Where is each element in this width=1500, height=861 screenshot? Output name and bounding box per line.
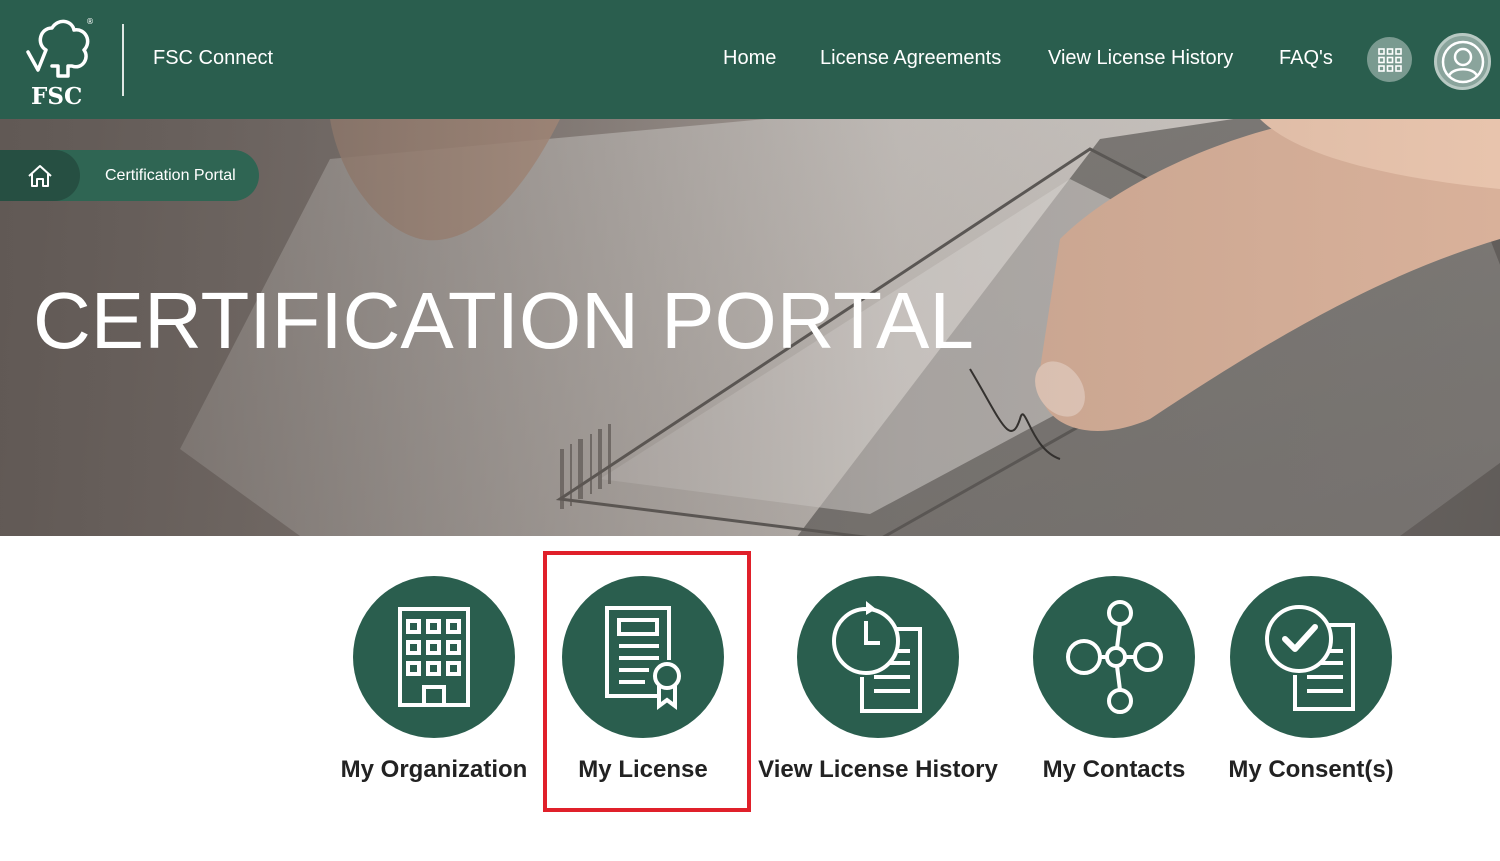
top-header: ® FSC FSC Connect Home License Agreement… [0, 0, 1500, 119]
checkmark-document-icon [1265, 605, 1355, 711]
user-icon [1441, 40, 1484, 83]
tile-label[interactable]: My Organization [341, 756, 528, 784]
breadcrumb-home-button[interactable] [0, 150, 80, 201]
app-launcher-button[interactable] [1367, 37, 1412, 82]
tile-label[interactable]: View License History [758, 756, 998, 784]
grid-icon [1377, 47, 1402, 72]
tile-label[interactable]: My Contacts [1043, 756, 1186, 784]
breadcrumb: Certification Portal [0, 150, 259, 201]
clock-document-icon [832, 601, 922, 713]
nav-home[interactable]: Home [723, 47, 776, 70]
tile-label[interactable]: My Consent(s) [1228, 756, 1393, 784]
logo-divider [122, 24, 124, 96]
svg-text:®: ® [86, 17, 94, 26]
tile-circle[interactable] [1230, 576, 1392, 738]
app-title[interactable]: FSC Connect [153, 47, 273, 70]
nav-view-license-history[interactable]: View License History [1048, 47, 1233, 70]
nav-faqs[interactable]: FAQ's [1279, 47, 1333, 70]
tile-circle[interactable] [1033, 576, 1195, 738]
tile-circle[interactable] [353, 576, 515, 738]
hero-banner: Certification Portal CERTIFICATION PORTA… [0, 119, 1500, 536]
nav-license-agreements[interactable]: License Agreements [820, 47, 1001, 70]
logo-text: FSC [31, 83, 82, 108]
network-nodes-icon [1066, 600, 1163, 714]
building-icon [398, 607, 470, 707]
highlight-box [543, 551, 751, 812]
breadcrumb-current[interactable]: Certification Portal [105, 167, 236, 185]
tile-circle[interactable] [797, 576, 959, 738]
page-title: CERTIFICATION PORTAL [33, 276, 974, 365]
user-avatar-button[interactable] [1434, 33, 1491, 90]
home-icon [28, 164, 52, 187]
fsc-tree-logo-icon[interactable]: ® FSC [18, 14, 96, 108]
